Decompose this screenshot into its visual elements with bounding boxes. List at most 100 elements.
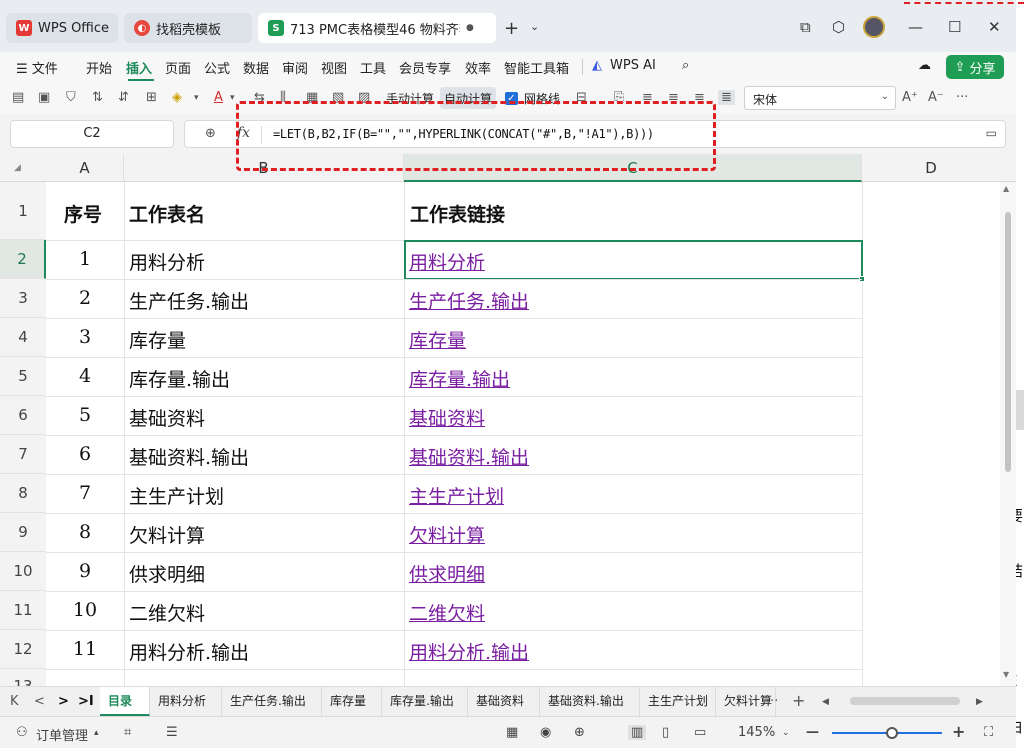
sort-desc-icon[interactable]: ⇵	[118, 90, 129, 105]
decrease-font-icon[interactable]: A⁻	[928, 90, 944, 105]
fill-color-icon[interactable]: ◈	[172, 90, 182, 105]
more-icon[interactable]: ···	[956, 90, 968, 105]
scroll-right-icon[interactable]: ▶	[976, 697, 983, 707]
row-header[interactable]: 5	[0, 357, 46, 396]
sheet-tab[interactable]: 用料分析	[150, 687, 222, 716]
wps-ai-icon[interactable]: ◭	[592, 58, 602, 73]
sheet-tab[interactable]: 目录	[100, 687, 150, 716]
notes-icon[interactable]: ☰	[166, 725, 178, 740]
zoom-level[interactable]: 145%	[738, 725, 775, 740]
increase-font-icon[interactable]: A⁺	[902, 90, 918, 105]
menu-tools[interactable]: 工具	[360, 58, 386, 77]
share-button[interactable]: ⇪ 分享	[946, 55, 1004, 79]
new-tab-button[interactable]: +	[504, 18, 519, 39]
menu-smart-toolbox[interactable]: 智能工具箱	[504, 58, 569, 77]
sheet-hyperlink[interactable]: 库存量	[409, 326, 466, 353]
name-box[interactable]: C2	[10, 120, 174, 148]
filter-icon[interactable]: ⛉	[66, 90, 76, 105]
zoom-search-icon[interactable]: ⊕	[205, 126, 216, 141]
sheet-hyperlink[interactable]: 用料分析	[409, 248, 485, 275]
next-sheet-button[interactable]: >	[58, 694, 69, 709]
row-header[interactable]: 13	[0, 669, 46, 686]
layout-icon[interactable]: ⊟	[576, 90, 587, 105]
cell-index[interactable]: 10	[46, 599, 124, 621]
column-header-a[interactable]: A	[46, 154, 124, 182]
vertical-scrollbar[interactable]: ▲ ▼	[1000, 182, 1016, 686]
sheet-tab[interactable]: 库存量	[322, 687, 382, 716]
sheet-hyperlink[interactable]: 生产任务.输出	[409, 287, 529, 314]
maximize-button[interactable]: ☐	[948, 18, 961, 36]
tab-docer-templates[interactable]: ◐ 找稻壳模板	[124, 13, 252, 43]
menu-efficiency[interactable]: 效率	[465, 58, 491, 77]
cell-sheet-name[interactable]: 基础资料	[129, 404, 205, 431]
align-right-icon[interactable]: ≡	[694, 90, 705, 105]
cell-sheet-name[interactable]: 用料分析	[129, 248, 205, 275]
cell-sheet-name[interactable]: 主生产计划	[129, 482, 224, 509]
menu-formula[interactable]: 公式	[204, 58, 230, 77]
menu-insert[interactable]: 插入	[126, 58, 152, 77]
scroll-left-icon[interactable]: ◀	[822, 697, 829, 707]
header-cell-sheet-name[interactable]: 工作表名	[129, 200, 205, 227]
restore-layout-icon[interactable]: ⧉	[800, 18, 811, 36]
row-header[interactable]: 1	[0, 182, 46, 240]
cell-sheet-name[interactable]: 欠料计算	[129, 521, 205, 548]
chevron-down-icon[interactable]: ▾	[194, 93, 199, 103]
fx-icon[interactable]: fx	[237, 125, 250, 141]
sheet-tab[interactable]: 基础资料.输出	[540, 687, 640, 716]
sheet-hyperlink[interactable]: 供求明细	[409, 560, 485, 587]
spreadsheet-grid[interactable]: ◢ A B C D 1 序号 工作表名 工作表链接 13 ▲ ▼ 2 1 用料分析用…	[0, 154, 1016, 686]
zoom-in-button[interactable]: +	[952, 722, 965, 741]
file-menu[interactable]: ☰ 文件	[16, 58, 58, 77]
cloud-upload-icon[interactable]: ☁	[918, 58, 931, 73]
eye-protect-icon[interactable]: ◉	[540, 725, 551, 740]
row-header[interactable]: 12	[0, 630, 46, 669]
menu-review[interactable]: 审阅	[282, 58, 308, 77]
avatar[interactable]	[863, 16, 885, 38]
table-view-icon[interactable]: ▦	[506, 725, 518, 740]
menu-page[interactable]: 页面	[165, 58, 191, 77]
sort-asc-icon[interactable]: ⇅	[92, 90, 103, 105]
paste-values-icon[interactable]: ▤	[12, 90, 24, 105]
cell-index[interactable]: 1	[46, 248, 124, 270]
menu-member[interactable]: 会员专享	[399, 58, 451, 77]
formula-text[interactable]: =LET(B,B2,IF(B="","",HYPERLINK(CONCAT("#…	[273, 127, 654, 141]
table-style-icon[interactable]: ▧	[332, 90, 344, 105]
sheet-hyperlink[interactable]: 基础资料.输出	[409, 443, 529, 470]
copy-format-icon[interactable]: ⎘	[614, 90, 624, 105]
cell-index[interactable]: 5	[46, 404, 124, 426]
font-color-icon[interactable]: A	[214, 90, 223, 105]
freeze-icon[interactable]: ▦	[306, 90, 318, 105]
align-left-icon[interactable]: ≡	[642, 90, 653, 105]
last-sheet-button[interactable]: >I	[78, 694, 94, 709]
sheet-tab[interactable]: 基础资料	[468, 687, 540, 716]
sheet-hyperlink[interactable]: 主生产计划	[409, 482, 504, 509]
gridlines-checkbox[interactable]: ✓	[505, 92, 518, 105]
formula-bar[interactable]: ⊕ fx =LET(B,B2,IF(B="","",HYPERLINK(CONC…	[184, 120, 1006, 148]
row-header[interactable]: 4	[0, 318, 46, 357]
row-header[interactable]: 11	[0, 591, 46, 630]
format-icon[interactable]: ▨	[358, 90, 370, 105]
cell-sheet-name[interactable]: 基础资料.输出	[129, 443, 249, 470]
select-all-corner[interactable]: ◢	[14, 163, 21, 173]
sheet-hyperlink[interactable]: 欠料计算	[409, 521, 485, 548]
tab-current-document[interactable]: S 713 PMC表格模型46 物料齐套欠 ●	[258, 13, 496, 43]
page-view-icon[interactable]: ▯	[662, 725, 669, 740]
tab-list-chevron-icon[interactable]: ⌄	[530, 20, 539, 33]
sheet-hyperlink[interactable]: 用料分析.输出	[409, 638, 529, 665]
row-header[interactable]: 6	[0, 396, 46, 435]
row-header[interactable]: 10	[0, 552, 46, 591]
column-header-c[interactable]: C	[404, 154, 862, 182]
cell-index[interactable]: 11	[46, 638, 124, 660]
chevron-down-icon[interactable]: ▾	[230, 93, 235, 103]
header-cell-index[interactable]: 序号	[64, 200, 102, 227]
cube-icon[interactable]: ⬡	[832, 18, 845, 36]
normal-view-icon[interactable]: ▥	[628, 725, 647, 740]
more-sheets-button[interactable]: ···	[766, 694, 778, 709]
menu-home[interactable]: 开始	[86, 58, 112, 77]
minimize-button[interactable]: —	[908, 18, 923, 36]
scroll-down-icon[interactable]: ▼	[1003, 670, 1009, 679]
scroll-up-icon[interactable]: ▲	[1003, 184, 1009, 193]
column-header-b[interactable]: B	[124, 154, 404, 182]
cell-sheet-name[interactable]: 用料分析.输出	[129, 638, 249, 665]
align-center-icon[interactable]: ≡	[668, 90, 679, 105]
